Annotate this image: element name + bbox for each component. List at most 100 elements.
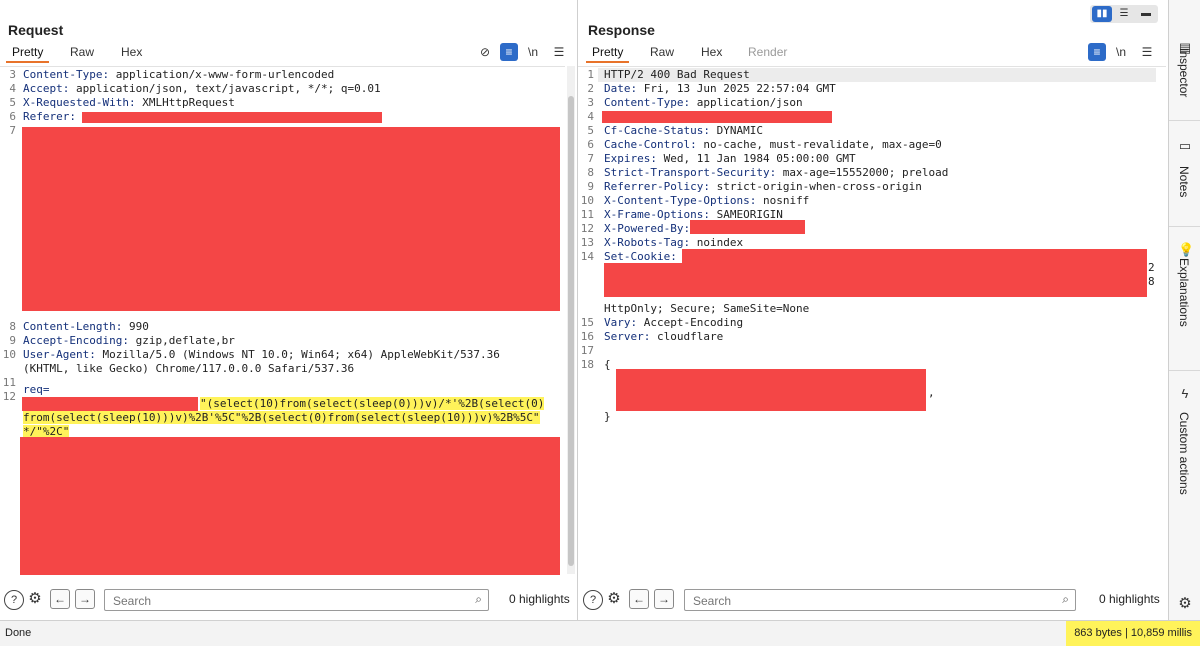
request-search-input[interactable] xyxy=(111,592,422,609)
request-bottom-bar: ? ⚙ ← → ⌕ 0 highlights xyxy=(0,584,577,614)
line-number: 12 xyxy=(2,390,16,403)
line-number: 4 xyxy=(587,110,594,123)
line-number: 12 xyxy=(580,222,594,235)
body-param-key: req= xyxy=(23,383,50,396)
header-key: X-Content-Type-Options: xyxy=(604,194,757,207)
header-value: noindex xyxy=(690,236,744,249)
help-icon[interactable]: ? xyxy=(4,590,24,610)
line-number: 4 xyxy=(9,82,16,95)
pretty-print-icon[interactable]: ≡ xyxy=(500,43,518,61)
tab-raw[interactable]: Raw xyxy=(644,43,680,61)
code-line: Expires: Wed, 11 Jan 1984 05:00:00 GMT xyxy=(604,152,856,165)
header-key: Set-Cookie: xyxy=(604,250,677,263)
back-arrow-icon[interactable]: ← xyxy=(629,589,649,609)
request-title: Request xyxy=(8,22,64,38)
header-value: application/json, text/javascript, */*; … xyxy=(69,82,381,95)
header-key: Accept: xyxy=(23,82,70,95)
code-line: Server: cloudflare xyxy=(604,330,723,343)
request-scrollbar[interactable] xyxy=(567,66,575,574)
payload-highlight: "(select(10)from(select(sleep(0)))v)/*'%… xyxy=(200,397,545,410)
forward-arrow-icon[interactable]: → xyxy=(75,589,95,609)
header-key: Strict-Transport-Security: xyxy=(604,166,777,179)
response-search[interactable]: ⌕ xyxy=(684,589,1076,611)
help-icon[interactable]: ? xyxy=(583,590,603,610)
redaction-referer xyxy=(82,112,382,123)
line-number: 18 xyxy=(580,358,594,371)
line-number: 11 xyxy=(580,208,594,221)
split-horizontal-icon[interactable]: ☰ xyxy=(1114,6,1134,22)
json-close-brace: } xyxy=(604,410,611,423)
newline-toggle-icon[interactable]: \n xyxy=(524,43,542,61)
search-icon: ⌕ xyxy=(1062,592,1069,606)
line-number: 13 xyxy=(580,236,594,249)
divider xyxy=(1169,120,1200,121)
code-line: X-Requested-With: XMLHttpRequest xyxy=(23,96,235,109)
response-metrics: 863 bytes | 10,859 millis xyxy=(1066,621,1200,646)
sidebar-item-label: Explanations xyxy=(1177,258,1191,327)
redaction-json-body xyxy=(616,369,926,411)
newline-toggle-icon[interactable]: \n xyxy=(1112,43,1130,61)
header-value: no-cache, must-revalidate, max-age=0 xyxy=(696,138,942,151)
line-number: 14 xyxy=(580,250,594,263)
tabs-layout-icon[interactable]: ▬ xyxy=(1136,6,1156,22)
header-key: X-Robots-Tag: xyxy=(604,236,691,249)
settings-icon[interactable]: ⚙ xyxy=(26,590,44,608)
header-value: max-age=15552000; preload xyxy=(776,166,949,179)
settings-icon[interactable]: ⚙ xyxy=(605,590,623,608)
line-number: 5 xyxy=(587,124,594,137)
hide-nonprintable-icon[interactable]: ⊘ xyxy=(476,43,494,61)
header-value: XMLHttpRequest xyxy=(135,96,235,109)
line-number: 7 xyxy=(9,124,16,137)
header-value: Fri, 13 Jun 2025 22:57:04 GMT xyxy=(637,82,836,95)
header-value: Accept-Encoding xyxy=(637,316,744,329)
status-line: HTTP/2 400 Bad Request xyxy=(604,68,750,81)
header-key: X-Requested-With: xyxy=(23,96,136,109)
sidebar-item-label: Inspector xyxy=(1177,48,1191,98)
line-number: 1 xyxy=(587,68,594,81)
inspector-sidebar: ▤ Inspector ▭ Notes 💡 Explanations ϟ Cus… xyxy=(1168,0,1200,620)
line-number: 7 xyxy=(587,152,594,165)
code-line: Referer: xyxy=(23,110,76,123)
cookie-tail: 2 xyxy=(1148,261,1155,274)
response-editor[interactable]: 1 HTTP/2 400 Bad Request 2 Date: Fri, 13… xyxy=(578,66,1166,575)
request-search[interactable]: ⌕ xyxy=(104,589,489,611)
tab-hex[interactable]: Hex xyxy=(695,43,728,61)
tab-hex[interactable]: Hex xyxy=(115,43,148,61)
response-search-input[interactable] xyxy=(691,592,1007,609)
request-pane: Request Pretty Raw Hex ⊘ ≡ \n ☰ 3 Conten… xyxy=(0,0,578,620)
request-editor[interactable]: 3 Content-Type: application/x-www-form-u… xyxy=(0,66,565,575)
line-number: 9 xyxy=(587,180,594,193)
code-line: Content-Length: 990 xyxy=(23,320,149,333)
header-value: 990 xyxy=(122,320,149,333)
header-key: Expires: xyxy=(604,152,657,165)
injection-payload: "(select(10)from(select(sleep(0)))v)/*'%… xyxy=(200,397,545,410)
sidebar-item-inspector[interactable]: ▤ Inspector xyxy=(1169,0,1200,118)
tab-raw[interactable]: Raw xyxy=(64,43,100,61)
sidebar-settings[interactable]: ⚙ xyxy=(1169,592,1200,616)
line-number: 8 xyxy=(587,166,594,179)
tab-pretty[interactable]: Pretty xyxy=(586,43,630,63)
header-key: Referer: xyxy=(23,110,76,123)
pretty-print-icon[interactable]: ≡ xyxy=(1088,43,1106,61)
menu-icon[interactable]: ☰ xyxy=(1138,43,1156,61)
sidebar-item-label: Custom actions xyxy=(1177,412,1191,495)
code-line: Set-Cookie: xyxy=(604,250,677,263)
scroll-thumb[interactable] xyxy=(568,96,574,566)
header-value: nosniff xyxy=(756,194,810,207)
code-line: Accept: application/json, text/javascrip… xyxy=(23,82,381,95)
back-arrow-icon[interactable]: ← xyxy=(50,589,70,609)
sidebar-item-explanations[interactable]: 💡 Explanations xyxy=(1169,228,1200,368)
forward-arrow-icon[interactable]: → xyxy=(654,589,674,609)
menu-icon[interactable]: ☰ xyxy=(550,43,568,61)
tab-pretty[interactable]: Pretty xyxy=(6,43,50,63)
code-line: Strict-Transport-Security: max-age=15552… xyxy=(604,166,948,179)
response-pane: Response Pretty Raw Hex Render ≡ \n ☰ 1 … xyxy=(578,0,1168,620)
sidebar-item-notes[interactable]: ▭ Notes xyxy=(1169,122,1200,202)
tab-render[interactable]: Render xyxy=(742,43,793,61)
sidebar-item-custom-actions[interactable]: ϟ Custom actions xyxy=(1169,372,1200,512)
line-number: 9 xyxy=(9,334,16,347)
header-value: Wed, 11 Jan 1984 05:00:00 GMT xyxy=(656,152,856,165)
line-number: 16 xyxy=(580,330,594,343)
line-number: 11 xyxy=(2,376,16,389)
split-vertical-icon[interactable]: ▮▮ xyxy=(1092,6,1112,22)
